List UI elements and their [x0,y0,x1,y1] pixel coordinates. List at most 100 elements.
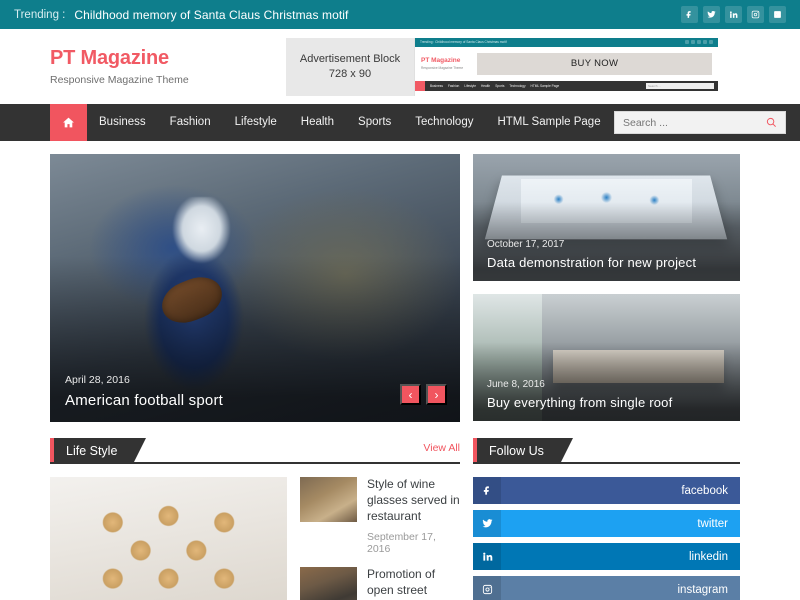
article-title[interactable]: Promotion of open street country music i… [367,567,460,600]
follow-us-column: Follow Us facebook twitter linkedin inst… [473,438,740,600]
trending-label: Trending : [14,8,66,21]
site-logo-text: PT Magazine [50,47,169,69]
topbar-social-links [681,6,786,23]
ad-preview-nav-item: Sports [495,83,505,88]
ad-preview-header: PT Magazine Responsive Magazine Theme BU… [415,47,718,81]
search-box[interactable] [614,111,786,134]
featured-date: October 17, 2017 [487,239,565,250]
ad-placeholder-label: Advertisement Block 728 x 90 [286,37,414,96]
article-title[interactable]: Style of wine glasses served in restaura… [367,477,460,525]
article-thumbnail [300,477,357,522]
home-icon [62,116,75,129]
ad-preview-trending: Trending : Childhood memory of Santa Cla… [420,40,507,44]
ad-label-line1: Advertisement Block [299,53,401,65]
section-title-lifestyle: Life Style [50,438,147,464]
featured-article-main[interactable]: April 28, 2016 American football sport ‹… [50,154,460,422]
hero-row: April 28, 2016 American football sport ‹… [50,154,750,422]
ad-preview-nav-items: Business Fashion Lifestyle Health Sports… [430,84,559,88]
nav-item-health[interactable]: Health [289,104,346,141]
site-tagline: Responsive Magazine Theme [50,74,189,86]
slider-prev-button[interactable]: ‹ [400,384,421,405]
view-all-link[interactable]: View All [423,442,460,454]
facebook-icon[interactable] [681,6,698,23]
section-divider [473,462,740,464]
nav-items: Business Fashion Lifestyle Health Sports… [87,104,613,141]
ad-preview-nav-item: HTML Sample Page [530,83,560,88]
facebook-icon [473,477,501,504]
advertisement-wrapper: Advertisement Block 728 x 90 Trending : … [286,37,786,96]
ad-preview-social [684,39,713,45]
nav-item-business[interactable]: Business [87,104,158,141]
ad-preview-brand-title: PT Magazine [421,57,461,65]
list-item[interactable]: Style of wine glasses served in restaura… [300,477,460,555]
list-item[interactable]: Promotion of open street country music i… [300,566,460,600]
ad-preview-nav-item: Health [480,83,491,88]
ad-label-line2: 728 x 90 [328,68,372,80]
buy-now-button[interactable]: BUY NOW [477,52,712,75]
lifestyle-article-list: Style of wine glasses served in restaura… [300,477,460,600]
search-input[interactable] [623,116,766,129]
featured-article-secondary-2[interactable]: June 8, 2016 Buy everything from single … [473,294,740,421]
ad-preview-search: Search ... [646,82,714,89]
featured-title: American football sport [65,392,224,409]
nav-item-html-sample-page[interactable]: HTML Sample Page [485,104,612,141]
top-trending-bar: Trending : Childhood memory of Santa Cla… [0,0,800,29]
music-photo [300,566,357,600]
article-meta: Promotion of open street country music i… [367,567,460,600]
slider-next-button[interactable]: › [426,384,447,405]
featured-caption: June 8, 2016 Buy everything from single … [487,379,728,410]
lifestyle-section-header: Life Style View All [50,438,460,464]
article-thumbnail [300,566,357,600]
ad-preview-nav-item: Technology [509,83,526,88]
instagram-icon [473,576,501,600]
magazine-page: Trending : Childhood memory of Santa Cla… [0,0,800,600]
main-navigation: Business Fashion Lifestyle Health Sports… [0,104,800,141]
lifestyle-feature-image-food [50,477,287,600]
linkedin-icon[interactable] [725,6,742,23]
lifestyle-content-row: Style of wine glasses served in restaura… [50,477,460,600]
follow-label: instagram [677,583,729,596]
follow-label: linkedin [689,550,728,563]
section-divider [50,462,460,464]
nav-item-sports[interactable]: Sports [346,104,403,141]
advertisement-block[interactable]: Advertisement Block 728 x 90 Trending : … [286,37,718,96]
instagram-icon[interactable] [747,6,764,23]
article-date: September 17, 2016 [367,530,436,555]
featured-article-secondary-1[interactable]: October 17, 2017 Data demonstration for … [473,154,740,281]
hero-side-column: October 17, 2017 Data demonstration for … [473,154,740,422]
lifestyle-feature-article[interactable] [50,477,287,600]
nav-item-fashion[interactable]: Fashion [158,104,223,141]
ad-preview-brand: PT Magazine Responsive Magazine Theme [421,57,463,70]
nav-item-technology[interactable]: Technology [403,104,485,141]
nav-item-lifestyle[interactable]: Lifestyle [223,104,289,141]
trending-headline-link[interactable]: Childhood memory of Santa Claus Christma… [74,8,348,22]
ad-preview-nav-item: Business [430,83,443,88]
twitter-icon[interactable] [703,6,720,23]
featured-title: Data demonstration for new project [487,255,697,270]
featured-date: April 28, 2016 [65,374,130,386]
brand-block[interactable]: PT Magazine Responsive Magazine Theme [14,47,286,86]
follow-link-instagram[interactable]: instagram [473,576,740,600]
twitter-icon [473,510,501,537]
featured-date: June 8, 2016 [487,379,545,390]
follow-label: facebook [681,484,728,497]
featured-caption: October 17, 2017 Data demonstration for … [487,239,728,270]
ad-preview-thumbnail[interactable]: Trending : Childhood memory of Santa Cla… [414,37,718,96]
linkedin-icon [473,543,501,570]
follow-section-header: Follow Us [473,438,740,464]
article-meta: Style of wine glasses served in restaura… [367,477,460,555]
follow-link-linkedin[interactable]: linkedin [473,543,740,570]
ad-preview-brand-tagline: Responsive Magazine Theme [421,65,464,70]
wine-photo [300,477,357,522]
ad-preview-nav-item: Fashion [447,83,460,88]
follow-link-facebook[interactable]: facebook [473,477,740,504]
featured-title: Buy everything from single roof [487,395,673,410]
section-title-follow-us: Follow Us [473,438,573,464]
lifestyle-column: Life Style View All Style of wine glasse… [50,438,460,600]
follow-label: twitter [697,517,728,530]
nav-home-button[interactable] [50,104,87,141]
follow-link-twitter[interactable]: twitter [473,510,740,537]
ad-preview-nav-item: Lifestyle [464,83,476,88]
search-icon[interactable] [766,117,777,128]
vimeo-icon[interactable] [769,6,786,23]
